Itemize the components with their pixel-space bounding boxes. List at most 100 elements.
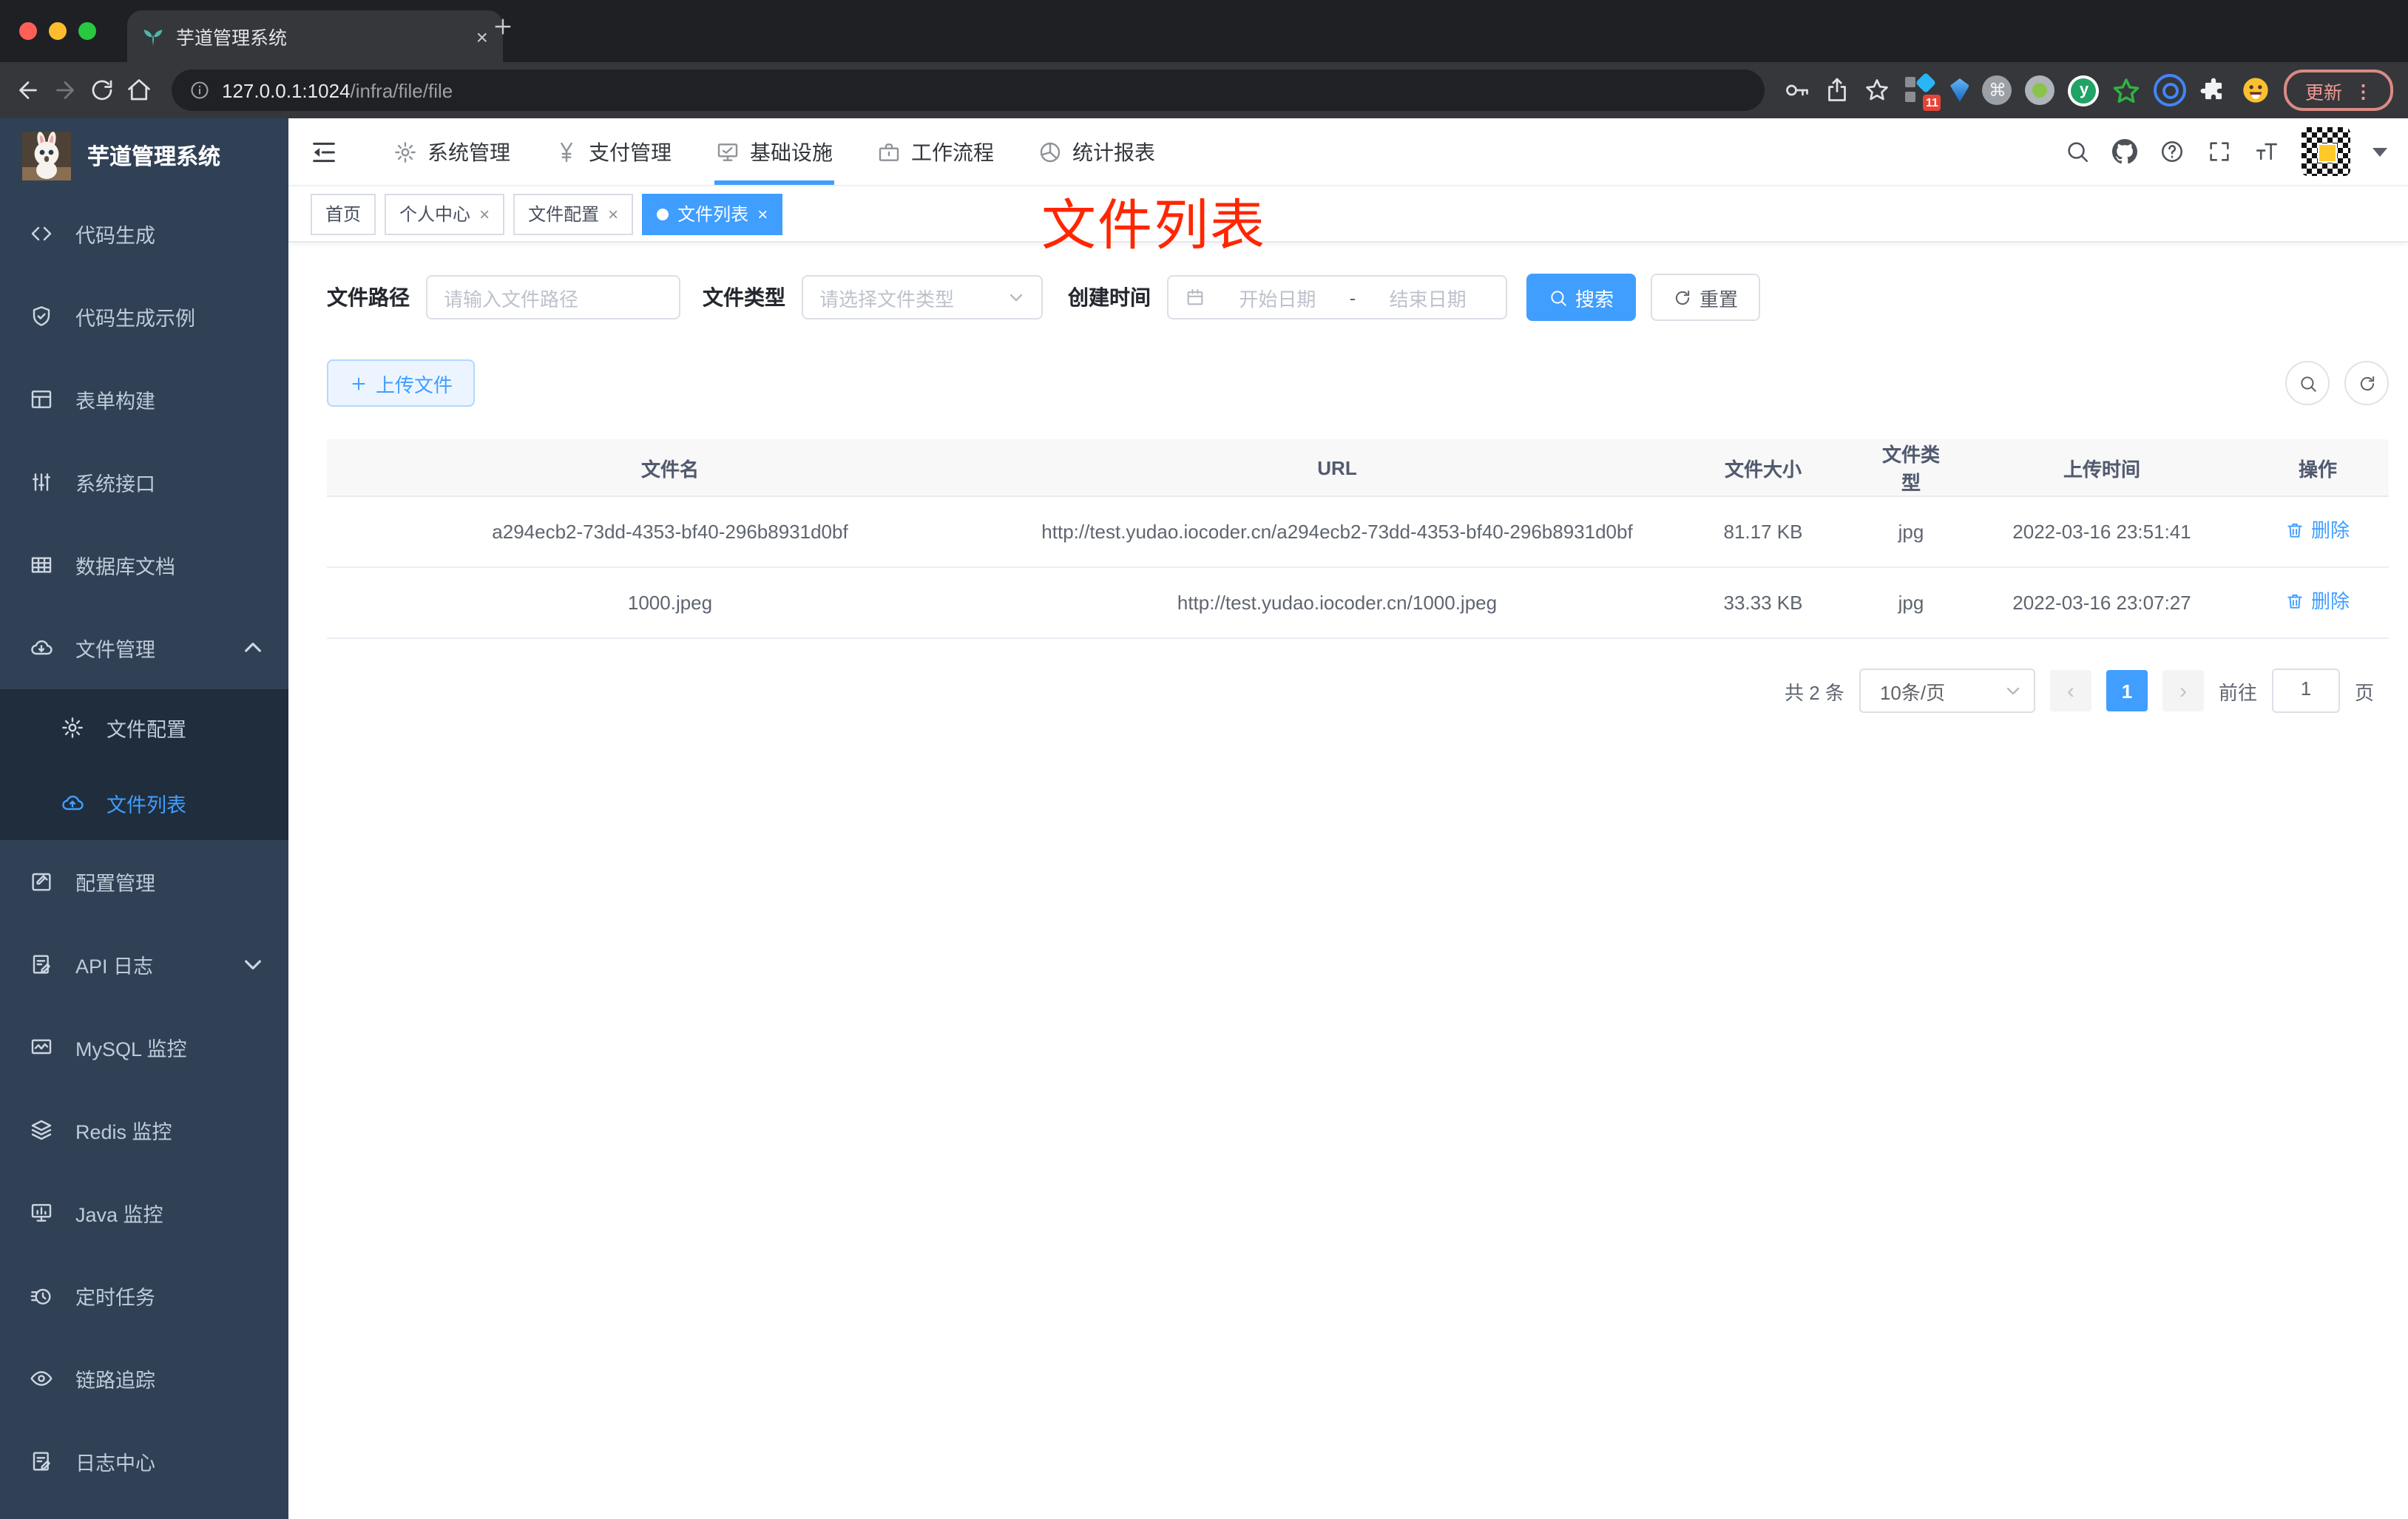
trash-icon bbox=[2286, 521, 2305, 540]
current-page-button[interactable]: 1 bbox=[2106, 670, 2148, 711]
filter-form: 文件路径 请输入文件路径 文件类型 请选择文件类型 创建时间 开始日期 - 结束… bbox=[327, 274, 2389, 321]
pagination: 共 2 条 10条/页 ‹ 1 › 前往 1 页 bbox=[327, 669, 2389, 713]
extension-star-icon[interactable] bbox=[2113, 76, 2141, 104]
site-info-icon[interactable] bbox=[189, 80, 210, 101]
toggle-search-button[interactable] bbox=[2285, 361, 2330, 405]
extensions-puzzle-icon[interactable] bbox=[2200, 76, 2228, 104]
update-button[interactable]: 更新 ⋮ bbox=[2284, 70, 2393, 111]
browser-toolbar: 127.0.0.1:1024/infra/file/file 11 ⌘ y 更新… bbox=[0, 62, 2408, 118]
window-zoom-button[interactable] bbox=[78, 22, 96, 40]
extension-command-icon[interactable]: ⌘ bbox=[1982, 75, 2012, 105]
tab-close-icon[interactable]: × bbox=[476, 24, 488, 48]
window-minimize-button[interactable] bbox=[49, 22, 67, 40]
extension-tabs-outliner-icon[interactable]: 11 bbox=[1904, 72, 1941, 111]
extension-recorder-icon[interactable] bbox=[2025, 75, 2055, 105]
extension-gem-icon[interactable] bbox=[1949, 78, 1969, 102]
layers-icon bbox=[30, 1118, 53, 1142]
next-page-button[interactable]: › bbox=[2162, 670, 2204, 711]
tag-profile[interactable]: 个人中心 × bbox=[385, 193, 505, 234]
date-range-picker[interactable]: 开始日期 - 结束日期 bbox=[1167, 275, 1507, 319]
sidebar-item-file-config[interactable]: 文件配置 bbox=[0, 689, 288, 765]
goto-page-input[interactable]: 1 bbox=[2271, 669, 2340, 713]
refresh-table-button[interactable] bbox=[2344, 361, 2389, 405]
start-date-input[interactable]: 开始日期 bbox=[1216, 283, 1339, 311]
search-button[interactable]: 搜索 bbox=[1526, 274, 1637, 321]
sidebar-collapse-icon[interactable] bbox=[309, 137, 339, 166]
bookmark-star-icon[interactable] bbox=[1864, 77, 1891, 104]
share-icon[interactable] bbox=[1824, 77, 1851, 104]
code-icon bbox=[30, 222, 53, 246]
profile-avatar-emoji[interactable] bbox=[2242, 75, 2271, 105]
tag-file-config[interactable]: 文件配置 × bbox=[513, 193, 634, 234]
sidebar-item-code-gen-demo[interactable]: 代码生成示例 bbox=[0, 275, 288, 358]
cell-file-size: 81.17 KB bbox=[1661, 496, 1865, 568]
fullscreen-icon[interactable] bbox=[2207, 139, 2232, 164]
sidebar-item-code-gen[interactable]: 代码生成 bbox=[0, 192, 288, 275]
sidebar-item-file-list[interactable]: 文件列表 bbox=[0, 765, 288, 840]
nav-system-management[interactable]: 系统管理 bbox=[371, 118, 532, 185]
nav-infrastructure[interactable]: 基础设施 bbox=[694, 118, 855, 185]
display-chart-icon bbox=[30, 1201, 53, 1225]
user-avatar[interactable] bbox=[2302, 127, 2350, 176]
goto-label: 前往 bbox=[2218, 681, 2257, 703]
tag-close-icon[interactable]: × bbox=[757, 203, 768, 224]
tag-home[interactable]: 首页 bbox=[311, 193, 376, 234]
password-key-icon[interactable] bbox=[1785, 77, 1811, 104]
delete-button[interactable]: 删除 bbox=[2286, 586, 2350, 617]
search-icon[interactable] bbox=[2065, 139, 2090, 164]
forward-button[interactable] bbox=[52, 77, 78, 104]
extension-y-icon[interactable]: y bbox=[2068, 75, 2100, 106]
sidebar-item-db-doc[interactable]: 数据库文档 bbox=[0, 524, 288, 606]
tag-close-icon[interactable]: × bbox=[479, 203, 490, 224]
timer-icon bbox=[30, 1284, 53, 1307]
window-close-button[interactable] bbox=[19, 22, 37, 40]
tag-file-list[interactable]: 文件列表 × bbox=[642, 193, 783, 234]
reload-button[interactable] bbox=[89, 77, 115, 104]
upload-file-button[interactable]: 上传文件 bbox=[327, 359, 476, 407]
delete-button[interactable]: 删除 bbox=[2286, 515, 2350, 546]
sidebar-item-log-center[interactable]: 日志中心 bbox=[0, 1420, 288, 1503]
address-bar[interactable]: 127.0.0.1:1024/infra/file/file bbox=[172, 70, 1765, 111]
sidebar-item-form-builder[interactable]: 表单构建 bbox=[0, 358, 288, 441]
reset-button[interactable]: 重置 bbox=[1651, 274, 1761, 321]
table-row: a294ecb2-73dd-4353-bf40-296b8931d0bf htt… bbox=[327, 496, 2389, 568]
file-type-select[interactable]: 请选择文件类型 bbox=[802, 275, 1043, 319]
github-icon[interactable] bbox=[2112, 139, 2137, 164]
sidebar-item-tracing[interactable]: 链路追踪 bbox=[0, 1337, 288, 1420]
page-size-select[interactable]: 10条/页 bbox=[1859, 669, 2035, 713]
chevron-down-icon bbox=[1007, 288, 1025, 306]
sidebar-item-api-log[interactable]: API 日志 bbox=[0, 923, 288, 1006]
nav-workflow[interactable]: 工作流程 bbox=[855, 118, 1016, 185]
home-button[interactable] bbox=[126, 77, 152, 104]
search-icon bbox=[2298, 373, 2317, 393]
font-size-icon[interactable] bbox=[2254, 139, 2279, 164]
window-controls[interactable] bbox=[19, 22, 96, 40]
file-path-input[interactable]: 请输入文件路径 bbox=[426, 275, 680, 319]
avatar-dropdown-caret-icon[interactable] bbox=[2373, 147, 2387, 156]
sidebar-item-scheduled-tasks[interactable]: 定时任务 bbox=[0, 1254, 288, 1337]
sidebar-item-config-management[interactable]: 配置管理 bbox=[0, 840, 288, 923]
help-icon[interactable] bbox=[2160, 139, 2185, 164]
sidebar-item-redis-monitor[interactable]: Redis 监控 bbox=[0, 1089, 288, 1171]
edit-square-icon bbox=[30, 870, 53, 893]
screen: 芋道管理系统 × 127.0.0.1:1024/infra/file/file … bbox=[0, 0, 2408, 1519]
extension-eye-icon[interactable] bbox=[2154, 74, 2187, 106]
browser-tab[interactable]: 芋道管理系统 × bbox=[127, 10, 503, 62]
tag-bar: 首页 个人中心 × 文件配置 × 文件列表 × bbox=[288, 186, 2408, 243]
app-header: 系统管理 支付管理 基础设施 工作流程 统计报表 bbox=[288, 118, 2408, 186]
new-tab-button[interactable] bbox=[491, 15, 515, 38]
file-path-label: 文件路径 bbox=[327, 285, 410, 309]
header-actions bbox=[2065, 127, 2387, 176]
sidebar-item-mysql-monitor[interactable]: MySQL 监控 bbox=[0, 1006, 288, 1089]
sidebar-item-java-monitor[interactable]: Java 监控 bbox=[0, 1171, 288, 1254]
nav-payment-management[interactable]: 支付管理 bbox=[532, 118, 694, 185]
browser-menu-icon[interactable]: ⋮ bbox=[2354, 79, 2373, 101]
nav-statistics-report[interactable]: 统计报表 bbox=[1016, 118, 1177, 185]
end-date-input[interactable]: 结束日期 bbox=[1366, 283, 1489, 311]
sidebar-item-system-api[interactable]: 系统接口 bbox=[0, 441, 288, 524]
tag-close-icon[interactable]: × bbox=[608, 203, 618, 224]
sidebar-item-file-management[interactable]: 文件管理 bbox=[0, 606, 288, 689]
back-button[interactable] bbox=[15, 77, 41, 104]
chevron-up-icon bbox=[241, 636, 265, 660]
prev-page-button[interactable]: ‹ bbox=[2049, 670, 2091, 711]
